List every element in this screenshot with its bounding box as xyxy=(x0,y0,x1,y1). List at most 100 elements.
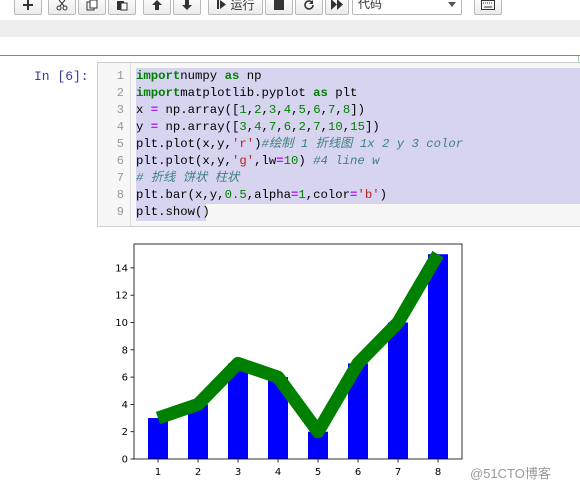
code-line: plt.plot(x,y,'r')#绘制 1 折线图 1x 2 y 3 colo… xyxy=(136,136,463,153)
code-token: ) xyxy=(298,154,314,168)
code-line: importnumpy as np xyxy=(136,68,261,85)
y-tick-label: 0 xyxy=(122,455,128,466)
code-token: numpy xyxy=(180,69,225,83)
code-line: plt.plot(x,y,'g',lw=10) #4 line w xyxy=(136,153,380,170)
code-token: plt.plot(x,y, xyxy=(136,137,232,151)
cut-button[interactable] xyxy=(48,0,76,15)
code-token: ,lw xyxy=(254,154,277,168)
code-token: matplotlib.pyplot xyxy=(180,86,314,100)
code-token: , xyxy=(320,103,329,117)
x-tick-label: 4 xyxy=(275,467,281,478)
paste-button[interactable] xyxy=(108,0,136,15)
y-tick-label: 10 xyxy=(115,318,128,329)
code-token: as xyxy=(224,69,240,83)
code-token: 2 xyxy=(298,120,306,134)
copy-button[interactable] xyxy=(78,0,106,15)
bar-7 xyxy=(388,322,408,459)
code-line: x = np.array([1,2,3,4,5,6,7,8]) xyxy=(136,102,365,119)
code-token: 4 xyxy=(254,120,262,134)
restart-run-all-button[interactable] xyxy=(325,0,349,15)
y-tick-label: 12 xyxy=(115,291,128,302)
code-token: 1 xyxy=(298,188,306,202)
x-tick-label: 6 xyxy=(355,467,361,478)
cell-type-select[interactable]: 代码 xyxy=(352,0,462,15)
bar-series xyxy=(148,254,448,459)
y-tick-label: 14 xyxy=(115,263,128,274)
code-token: ]) xyxy=(364,120,380,134)
arrow-up-icon xyxy=(152,0,162,10)
code-token: plt xyxy=(327,86,358,100)
code-token: 6 xyxy=(283,120,292,134)
code-token: 3 xyxy=(239,120,247,134)
line-number: 1 xyxy=(116,69,124,83)
move-up-button[interactable] xyxy=(143,0,171,15)
code-token: , xyxy=(261,120,269,134)
code-token: = xyxy=(276,154,284,168)
cell-type-value: 代码 xyxy=(358,0,383,11)
code-token: ) xyxy=(379,188,387,202)
line-number: 7 xyxy=(116,171,124,185)
code-token: # 折线 饼状 柱状 xyxy=(136,171,240,185)
code-token: np xyxy=(239,69,262,83)
refresh-icon xyxy=(304,0,314,10)
code-token: 0.5 xyxy=(224,188,247,202)
code-line: # 折线 饼状 柱状 xyxy=(136,170,239,187)
notebook-toolbar: 运行 代码 xyxy=(0,0,580,17)
x-axis-ticks: 1 2 3 4 5 6 7 8 xyxy=(155,459,441,478)
y-tick-label: 4 xyxy=(122,400,128,411)
insert-cell-button[interactable] xyxy=(14,0,42,15)
step-forward-icon xyxy=(217,0,227,9)
line-number: 5 xyxy=(116,137,124,151)
bar-8 xyxy=(428,254,448,459)
code-token: , xyxy=(261,103,269,117)
keyboard-icon xyxy=(481,0,495,10)
y-tick-label: 6 xyxy=(122,373,128,384)
run-button[interactable]: 运行 xyxy=(208,0,263,15)
code-token: 1 xyxy=(239,103,247,117)
code-token: 7 xyxy=(313,120,321,134)
y-axis-ticks: 0 2 4 6 8 10 12 14 xyxy=(115,263,134,466)
bar-1 xyxy=(148,418,168,459)
code-token: ]) xyxy=(350,103,365,117)
axes-frame xyxy=(133,243,463,460)
line-number-gutter: 1 2 3 4 5 6 7 8 9 xyxy=(98,63,131,226)
scissors-icon xyxy=(56,0,68,10)
line-number: 8 xyxy=(116,188,124,202)
code-token: 5 xyxy=(298,103,306,117)
x-tick-label: 2 xyxy=(195,467,201,478)
code-token: , xyxy=(335,103,343,117)
code-token: x xyxy=(136,103,151,117)
code-token: plt.bar(x,y, xyxy=(136,188,225,202)
interrupt-button[interactable] xyxy=(265,0,293,15)
code-token: 'g' xyxy=(231,154,255,168)
code-token: import xyxy=(136,86,181,100)
code-token: 10 xyxy=(283,154,299,168)
code-token: import xyxy=(136,69,181,83)
code-token: 4 xyxy=(283,103,292,117)
code-token: as xyxy=(313,86,328,100)
code-token: ,color xyxy=(305,188,351,202)
code-editor[interactable]: 123456789 importnumpy as np importmatplot… xyxy=(97,62,580,227)
code-line: y = np.array([3,4,7,6,2,7,10,15]) xyxy=(136,119,380,136)
output-chart: 12345678 02468101214 xyxy=(115,243,463,478)
toolbar-separator xyxy=(0,20,580,37)
move-down-button[interactable] xyxy=(173,0,201,15)
code-token: 'b' xyxy=(357,188,380,202)
code-token: plt.show() xyxy=(136,205,210,219)
command-palette-button[interactable] xyxy=(474,0,502,15)
code-token: 10 xyxy=(328,120,343,134)
restart-button[interactable] xyxy=(295,0,323,15)
x-tick-label: 8 xyxy=(435,467,441,478)
line-number: 3 xyxy=(116,103,124,117)
code-token: #4 line w xyxy=(313,154,380,168)
watermark: @51CTO博客 xyxy=(470,466,551,481)
x-tick-label: 5 xyxy=(315,467,321,478)
x-tick-label: 3 xyxy=(235,467,241,478)
code-token: 6 xyxy=(313,103,321,117)
y-tick-label: 8 xyxy=(122,345,128,356)
line-number: 9 xyxy=(116,205,124,219)
arrow-down-icon xyxy=(182,0,192,10)
plus-icon xyxy=(23,0,33,10)
code-token: 'r' xyxy=(231,137,255,151)
code-token: #绘制 1 折线图 1x 2 y 3 color xyxy=(261,137,464,151)
